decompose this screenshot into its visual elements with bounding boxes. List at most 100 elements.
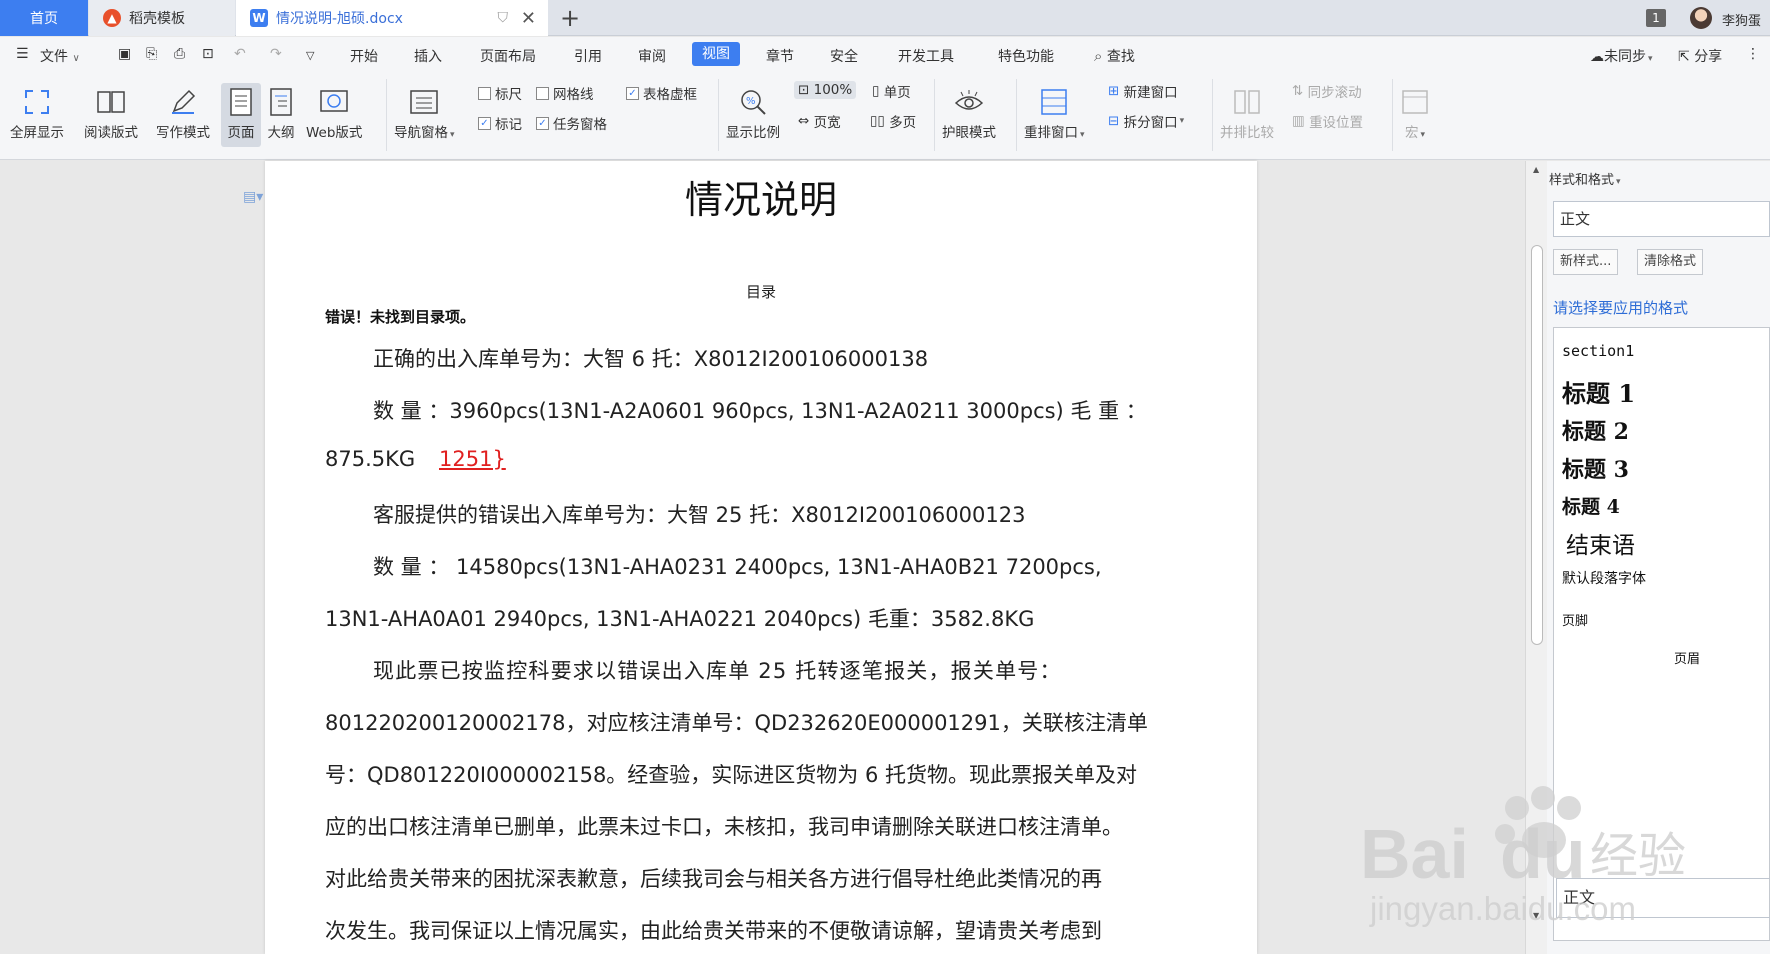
menu-start[interactable]: 开始 — [350, 46, 378, 66]
tab-home[interactable]: 首页 — [0, 0, 88, 36]
print-icon[interactable]: ⎙ — [174, 46, 185, 62]
menu-developer[interactable]: 开发工具 — [898, 46, 954, 66]
style-item-closing[interactable]: 结束语 — [1566, 526, 1635, 560]
scroll-up-icon[interactable]: ▲ — [1533, 165, 1539, 174]
menu-review[interactable]: 审阅 — [638, 46, 666, 66]
eye-care-button[interactable]: 护眼模式 — [942, 87, 996, 141]
quick-access-dropdown-icon[interactable]: ▽ — [306, 49, 314, 62]
style-item-footer[interactable]: 页脚 — [1562, 610, 1588, 629]
new-style-button[interactable]: 新样式... — [1553, 249, 1619, 275]
side-by-side-button[interactable]: 并排比较 — [1220, 87, 1274, 141]
paragraph-marker-icon[interactable]: ▤▾ — [243, 189, 263, 205]
scroll-down-icon[interactable]: ▼ — [1533, 911, 1539, 920]
fullscreen-button[interactable]: 全屏显示 — [10, 87, 64, 141]
style-list[interactable]: section1 标题 1 标题 2 标题 3 标题 4 结束语 默认段落字体 … — [1553, 327, 1770, 941]
new-window-button[interactable]: ⊞ 新建窗口 — [1108, 81, 1178, 101]
globe-icon — [319, 87, 349, 117]
style-item-heading1[interactable]: 标题 1 — [1562, 374, 1635, 409]
table-frame-checkbox[interactable]: ✓ 表格虚框 — [626, 83, 697, 103]
user-name[interactable]: 李狗蛋 — [1722, 10, 1761, 29]
menu-special[interactable]: 特色功能 — [998, 46, 1054, 66]
multi-page-button[interactable]: ▯▯ 多页 — [870, 111, 916, 131]
single-page-icon: ▯ — [872, 83, 880, 99]
tab-template[interactable]: ▲ 稻壳模板 — [89, 0, 235, 36]
share-icon: ⇱ — [1678, 49, 1690, 65]
style-item-body[interactable]: 正文 — [1556, 878, 1770, 918]
tab-template-label: 稻壳模板 — [129, 11, 185, 27]
document-page[interactable]: 情况说明 目录 错误！未找到目录项。 正确的出入库单号为：大智 6 托：X801… — [265, 161, 1257, 954]
document-title: 情况说明 — [684, 178, 837, 222]
zoom-button[interactable]: % 显示比例 — [726, 87, 780, 141]
style-item-heading4[interactable]: 标题 4 — [1562, 492, 1620, 519]
single-page-button[interactable]: ▯ 单页 — [872, 81, 911, 101]
zoom-100-button[interactable]: ⊡ 100% — [794, 81, 857, 99]
redo-icon[interactable]: ↷ — [270, 46, 282, 62]
style-item-heading2[interactable]: 标题 2 — [1562, 414, 1629, 446]
docer-logo-icon: ▲ — [103, 9, 121, 27]
styles-panel-title[interactable]: 样式和格式 ▾ — [1549, 169, 1621, 188]
current-style-field[interactable]: 正文 — [1553, 201, 1770, 237]
save-icon[interactable]: ▣ — [118, 46, 131, 62]
reading-layout-button[interactable]: 阅读版式 — [84, 87, 138, 141]
outline-button[interactable]: 大纲 — [266, 87, 296, 141]
sync-scroll-button[interactable]: ⇅ 同步滚动 — [1292, 81, 1362, 101]
doc-line: 13N1-AHA0A01 2940pcs, 13N1-AHA0221 2040p… — [325, 607, 1035, 631]
undo-icon[interactable]: ↶ — [234, 46, 246, 62]
export-pdf-icon[interactable]: ⎘ — [146, 46, 157, 62]
new-tab-plus-icon[interactable]: + — [560, 4, 580, 32]
menu-file[interactable]: 文件 ∨ — [40, 46, 80, 66]
page-width-button[interactable]: ⇔ 页宽 — [798, 111, 841, 131]
share-button[interactable]: ⇱ 分享 — [1678, 46, 1722, 66]
reset-position-button[interactable]: ▥ 重设位置 — [1292, 111, 1363, 131]
split-window-button[interactable]: ⊟ 拆分窗口 ▾ — [1108, 111, 1184, 131]
tab-bar: 首页 ▲ 稻壳模板 W 情况说明-旭硕.docx ⛉ ✕ + 1 李狗蛋 — [0, 0, 1770, 36]
zoom-percent-icon: % — [738, 87, 768, 117]
split-window-icon: ⊟ — [1108, 113, 1120, 129]
toolbar-separator — [386, 79, 387, 151]
menu-page-layout[interactable]: 页面布局 — [480, 46, 536, 66]
styles-hint: 请选择要应用的格式 — [1553, 299, 1689, 317]
shield-icon[interactable]: ⛉ — [498, 10, 509, 26]
style-item-section1[interactable]: section1 — [1562, 342, 1634, 360]
vertical-scrollbar[interactable]: ▲ ▼ — [1525, 161, 1547, 954]
more-icon[interactable]: ⋮ — [1746, 46, 1760, 62]
style-item-default-font[interactable]: 默认段落字体 — [1562, 568, 1646, 588]
word-doc-icon: W — [250, 9, 268, 27]
toolbar-separator — [1212, 79, 1213, 151]
marks-checkbox[interactable]: ✓ 标记 — [478, 113, 522, 133]
doc-line: 875.5KG — [325, 447, 416, 471]
style-item-heading3[interactable]: 标题 3 — [1562, 452, 1629, 484]
scroll-thumb[interactable] — [1531, 245, 1543, 645]
tab-document[interactable]: W 情况说明-旭硕.docx ⛉ ✕ — [236, 0, 548, 36]
tab-document-label: 情况说明-旭硕.docx — [276, 11, 403, 27]
menu-references[interactable]: 引用 — [574, 46, 602, 66]
menu-chapter[interactable]: 章节 — [766, 46, 794, 66]
task-pane-checkbox[interactable]: ✓ 任务窗格 — [536, 113, 607, 133]
style-item-header[interactable]: 页眉 — [1674, 648, 1700, 667]
window-count-badge[interactable]: 1 — [1646, 9, 1666, 27]
toc-heading: 目录 — [745, 283, 776, 301]
doc-line: 号：QD801220I000002158。经查验，实际进区货物为 6 托货物。现… — [325, 763, 1138, 787]
checkbox-checked-icon: ✓ — [626, 86, 639, 100]
rearrange-window-button[interactable]: 重排窗口 ▾ — [1024, 87, 1085, 141]
nav-pane-button[interactable]: 导航窗格 ▾ — [394, 87, 455, 141]
ribbon-toolbar: 全屏显示 阅读版式 写作模式 页面 大纲 Web版式 导航窗格 ▾ 标尺 网格线… — [0, 71, 1770, 160]
avatar[interactable] — [1690, 7, 1712, 29]
doc-line: 次发生。我司保证以上情况属实，由此给贵关带来的不便敬请谅解，望请贵关考虑到 — [325, 919, 1102, 943]
print-preview-icon[interactable]: ⊡ — [202, 46, 214, 62]
menu-insert[interactable]: 插入 — [414, 46, 442, 66]
cloud-sync-button[interactable]: ☁未同步 ▾ — [1590, 46, 1653, 66]
hamburger-icon[interactable]: ☰ — [16, 46, 29, 62]
clear-format-button[interactable]: 清除格式 — [1637, 249, 1704, 275]
macro-button[interactable]: 宏 ▾ — [1400, 87, 1430, 141]
menu-security[interactable]: 安全 — [830, 46, 858, 66]
menu-view[interactable]: 视图 — [692, 42, 740, 66]
search-button[interactable]: ⌕ 查找 — [1094, 46, 1135, 66]
writing-mode-button[interactable]: 写作模式 — [156, 87, 210, 141]
gridlines-checkbox[interactable]: 网格线 — [536, 83, 594, 103]
web-layout-button[interactable]: Web版式 — [306, 87, 362, 141]
cloud-icon: ☁ — [1590, 49, 1604, 65]
ruler-checkbox[interactable]: 标尺 — [478, 83, 522, 103]
close-icon[interactable]: ✕ — [521, 8, 536, 29]
page-view-button[interactable]: 页面 — [221, 83, 261, 147]
